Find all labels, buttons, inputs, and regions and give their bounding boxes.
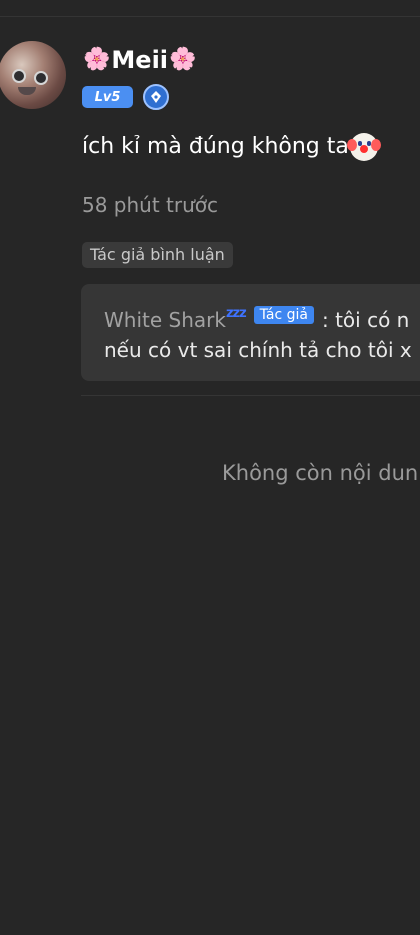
sleep-zzz-icon: zzz — [225, 306, 247, 321]
reply-line-1: White Shark zzz Tác giả : tôi có n — [104, 306, 409, 334]
user-avatar[interactable] — [0, 41, 66, 109]
reply-author-name[interactable]: White Shark — [104, 306, 226, 334]
flower-icon-right: 🌸 — [169, 47, 197, 72]
avatar-mouth — [18, 87, 36, 95]
reply-text-line1: : tôi có n — [321, 308, 410, 332]
flower-icon-left: 🌸 — [83, 47, 111, 72]
username-text[interactable]: Meii — [111, 44, 168, 76]
bottom-divider — [81, 395, 420, 396]
reply-line-2: nếu có vt sai chính tả cho tôi x — [104, 338, 412, 362]
author-badge: Tác giả — [253, 306, 314, 324]
author-commented-tag: Tác giả bình luận — [82, 242, 233, 268]
top-divider — [0, 16, 420, 17]
pen-icon — [143, 84, 169, 110]
comment-time: 58 phút trước — [82, 193, 219, 217]
username[interactable]: 🌸 Meii 🌸 — [82, 44, 197, 76]
avatar-eye-right — [34, 71, 48, 85]
level-badge: Lv5 — [82, 86, 133, 108]
no-more-content-text: Không còn nội dun — [222, 461, 419, 485]
clown-face-icon — [346, 133, 381, 161]
pen-icon-svg — [151, 91, 161, 103]
comment-body: ích kỉ mà đúng không ta — [82, 130, 381, 164]
comment-text: ích kỉ mà đúng không ta — [82, 134, 349, 159]
avatar-eye-left — [12, 69, 26, 83]
